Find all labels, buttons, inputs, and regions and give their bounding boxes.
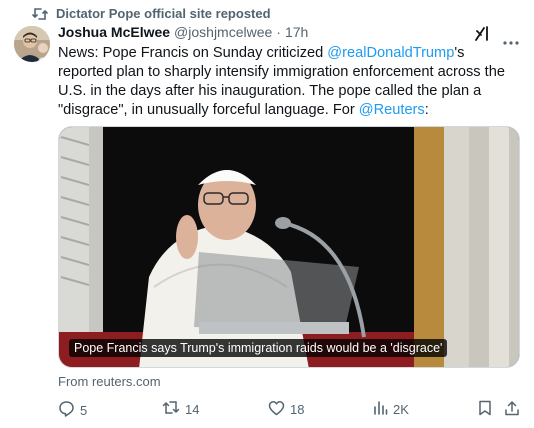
repost-icon [162,400,180,418]
repost-label: Dictator Pope official site reposted [56,6,271,21]
media-caption: Pope Francis says Trump's immigration ra… [69,339,448,357]
author-handle[interactable]: @joshjmcelwee [174,24,272,40]
share-icon [504,400,520,419]
reply-count: 5 [80,402,88,418]
heart-icon [268,400,285,419]
repost-indicator[interactable]: Dictator Pope official site reposted [32,6,271,21]
repost-count: 14 [185,401,200,417]
avatar[interactable] [14,26,50,62]
tweet-text: News: Pope Francis on Sunday criticized … [58,44,520,120]
mention-link[interactable]: @Reuters [359,102,425,118]
tweet-text-part: News: Pope Francis on Sunday criticized [58,45,328,61]
tweet-timestamp[interactable]: 17h [285,24,308,40]
bookmark-icon [478,400,492,419]
tweet-actions: 5 14 18 2K [0,400,534,420]
reply-icon [58,400,75,420]
bookmark-button[interactable] [478,400,492,419]
tweet-text-part: : [424,102,429,118]
reply-button[interactable]: 5 [58,400,87,420]
header-separator: · [276,24,281,40]
like-count: 18 [290,402,305,417]
tweet-header: Joshua McElwee @joshjmcelwee · 17h [58,24,308,40]
repost-icon [32,7,48,21]
author-name[interactable]: Joshua McElwee [58,24,170,40]
link-source[interactable]: From reuters.com [58,374,161,389]
views-button[interactable]: 2K [373,400,409,418]
share-button[interactable] [504,400,520,419]
like-button[interactable]: 18 [268,400,304,419]
mention-link[interactable]: @realDonaldTrump [327,45,454,61]
views-count: 2K [393,401,409,417]
pope-photo [59,127,519,367]
repost-button[interactable]: 14 [162,400,199,418]
link-card-image[interactable]: Pope Francis says Trump's immigration ra… [58,126,520,368]
bar-chart-icon [373,400,388,418]
